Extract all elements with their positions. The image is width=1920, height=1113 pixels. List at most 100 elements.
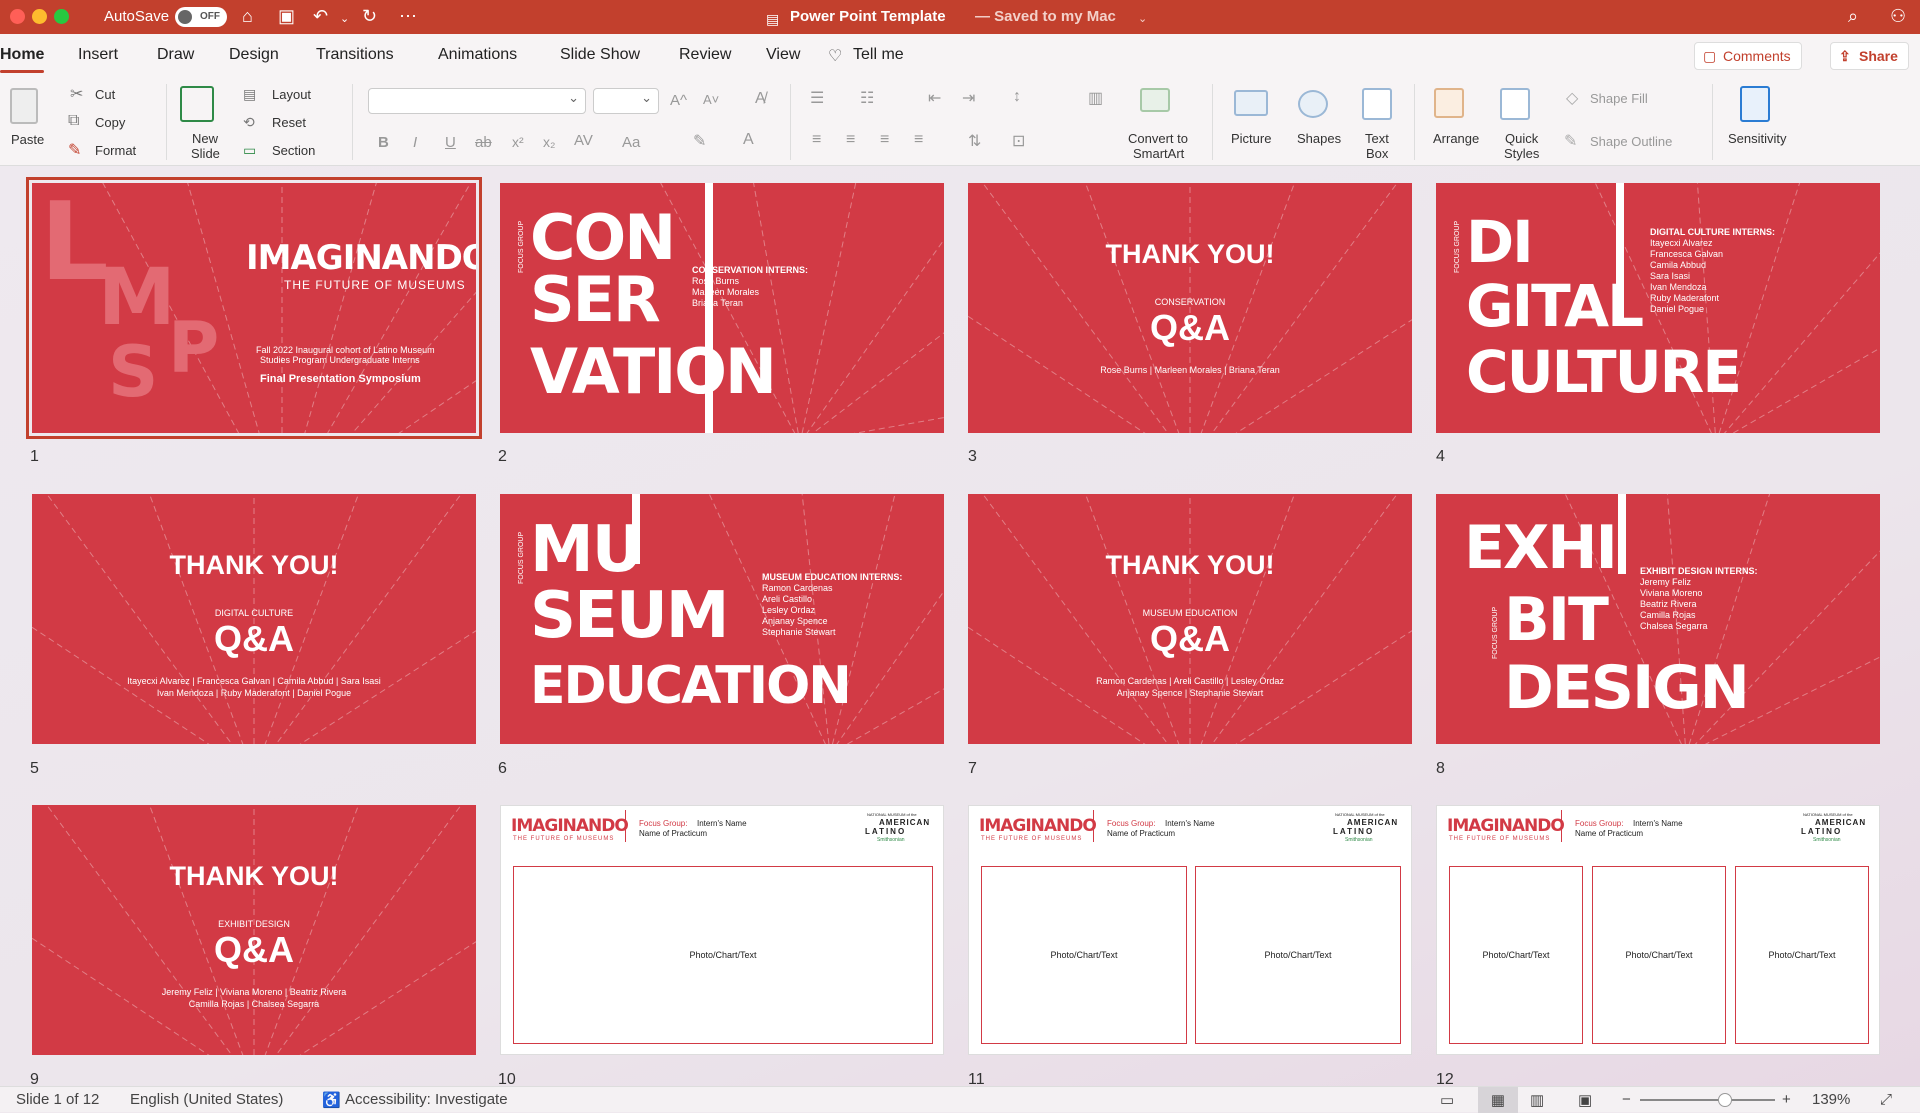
slide-thumbnail-9[interactable]: THANK YOU! EXHIBIT DESIGN Q&A Jeremy Fel… <box>32 805 476 1055</box>
shape-outline-button[interactable]: Shape Outline <box>1590 134 1672 149</box>
zoom-in-button[interactable]: + <box>1782 1091 1791 1108</box>
minimize-window-button[interactable] <box>32 9 47 24</box>
align-right-icon[interactable]: ≡ <box>880 131 889 149</box>
slide-thumbnail-10[interactable]: IMAGINANDO THE FUTURE OF MUSEUMS Focus G… <box>500 805 944 1055</box>
new-slide-icon[interactable] <box>180 86 214 122</box>
align-center-icon[interactable]: ≡ <box>846 131 855 149</box>
slide-sorter-icon[interactable]: ▦ <box>1478 1087 1518 1113</box>
numbering-icon[interactable]: ☷ <box>860 88 874 108</box>
undo-icon[interactable]: ↶ <box>313 6 328 26</box>
justify-icon[interactable]: ≡ <box>914 131 923 149</box>
slide-thumbnail-5[interactable]: THANK YOU! DIGITAL CULTURE Q&A Itayecxi … <box>32 494 476 744</box>
save-icon[interactable]: ▣ <box>278 6 295 26</box>
arrange-label[interactable]: Arrange <box>1433 131 1479 146</box>
tab-home[interactable]: Home <box>0 46 45 73</box>
change-case-button[interactable]: Aa <box>622 134 640 151</box>
accessibility-status[interactable]: Accessibility: Investigate <box>345 1091 508 1108</box>
picture-icon[interactable] <box>1234 90 1268 116</box>
tab-draw[interactable]: Draw <box>157 46 194 64</box>
align-text-icon[interactable]: ⊡ <box>1012 131 1025 151</box>
superscript-button[interactable]: x² <box>512 134 524 150</box>
accessibility-icon[interactable]: ♿ <box>322 1091 341 1109</box>
tab-review[interactable]: Review <box>679 46 731 64</box>
slide-thumbnail-8[interactable]: FOCUS GROUP EXHI BIT DESIGN EXHIBIT DESI… <box>1436 494 1880 744</box>
shapes-label[interactable]: Shapes <box>1297 131 1341 146</box>
underline-button[interactable]: U <box>445 134 456 151</box>
format-painter-icon[interactable]: ✎ <box>68 140 81 160</box>
tab-slide-show[interactable]: Slide Show <box>560 46 640 64</box>
slide-sorter-workspace[interactable]: L M S P IMAGINANDO THE FUTURE OF MUSEUMS… <box>0 166 1920 1086</box>
fit-to-window-icon[interactable]: ⤢ <box>1880 1091 1892 1108</box>
align-left-icon[interactable]: ≡ <box>812 131 821 149</box>
convert-smartart-label-1[interactable]: Convert to <box>1128 131 1188 146</box>
zoom-window-button[interactable] <box>54 9 69 24</box>
character-spacing-button[interactable]: AV <box>574 132 593 149</box>
slide-thumbnail-11[interactable]: IMAGINANDO THE FUTURE OF MUSEUMS Focus G… <box>968 805 1412 1055</box>
convert-smartart-label-2[interactable]: SmartArt <box>1133 146 1184 161</box>
account-icon[interactable]: ⚇ <box>1890 6 1906 26</box>
shape-fill-button[interactable]: Shape Fill <box>1590 91 1648 106</box>
paste-icon[interactable] <box>10 88 38 124</box>
textbox-label-2[interactable]: Box <box>1366 146 1388 161</box>
home-icon[interactable]: ⌂ <box>242 6 253 26</box>
copy-icon[interactable]: ⧉ <box>68 112 79 130</box>
search-icon[interactable]: ⌕ <box>1848 6 1858 26</box>
tab-transitions[interactable]: Transitions <box>316 46 394 64</box>
quick-styles-label-1[interactable]: Quick <box>1505 131 1538 146</box>
textbox-icon[interactable] <box>1362 88 1392 120</box>
slide-thumbnail-2[interactable]: FOCUS GROUP CON SER VATION CONSERVATION … <box>500 183 944 433</box>
more-icon[interactable]: ⋯ <box>399 6 417 26</box>
close-window-button[interactable] <box>10 9 25 24</box>
autosave-toggle[interactable]: OFF <box>175 7 227 27</box>
copy-button[interactable]: Copy <box>95 115 125 130</box>
zoom-slider[interactable] <box>1640 1099 1775 1101</box>
bullets-icon[interactable]: ☰ <box>810 88 824 108</box>
reading-view-icon[interactable]: ▥ <box>1530 1091 1544 1109</box>
slide-thumbnail-1[interactable]: L M S P IMAGINANDO THE FUTURE OF MUSEUMS… <box>26 177 482 439</box>
section-button[interactable]: Section <box>272 143 315 158</box>
subscript-button[interactable]: x₂ <box>543 134 555 150</box>
format-painter-button[interactable]: Format <box>95 143 136 158</box>
content-placeholder[interactable]: Photo/Chart/Text <box>1592 866 1726 1044</box>
reset-button[interactable]: Reset <box>272 115 306 130</box>
clear-format-icon[interactable]: A̸ <box>755 90 766 108</box>
content-placeholder[interactable]: Photo/Chart/Text <box>1735 866 1869 1044</box>
tab-insert[interactable]: Insert <box>78 46 118 64</box>
share-button[interactable]: ⇪ Share <box>1830 42 1909 70</box>
undo-dropdown-icon[interactable]: ⌄ <box>340 9 349 29</box>
redo-icon[interactable]: ↻ <box>362 6 377 26</box>
textbox-label-1[interactable]: Text <box>1365 131 1389 146</box>
sensitivity-label[interactable]: Sensitivity <box>1728 131 1787 146</box>
section-icon[interactable]: ▭ <box>243 142 256 159</box>
picture-label[interactable]: Picture <box>1231 131 1271 146</box>
language-status[interactable]: English (United States) <box>130 1091 283 1108</box>
slide-thumbnail-3[interactable]: THANK YOU! CONSERVATION Q&A Rose Burns |… <box>968 183 1412 433</box>
content-placeholder[interactable]: Photo/Chart/Text <box>513 866 933 1044</box>
tab-view[interactable]: View <box>766 46 800 64</box>
paste-label[interactable]: Paste <box>11 132 44 147</box>
zoom-out-button[interactable]: − <box>1622 1091 1631 1108</box>
slide-thumbnail-4[interactable]: FOCUS GROUP DI GITAL CULTURE DIGITAL CUL… <box>1436 183 1880 433</box>
strikethrough-button[interactable]: ab <box>475 134 492 151</box>
decrease-indent-icon[interactable]: ⇤ <box>928 88 941 108</box>
layout-button[interactable]: Layout <box>272 87 311 102</box>
new-slide-label-1[interactable]: New <box>192 131 218 146</box>
increase-font-icon[interactable]: A^ <box>670 92 687 109</box>
font-size-select[interactable] <box>593 88 659 114</box>
zoom-level[interactable]: 139% <box>1812 1091 1850 1108</box>
shape-fill-icon[interactable]: ◇ <box>1566 88 1578 108</box>
normal-view-icon[interactable]: ▭ <box>1440 1091 1454 1109</box>
arrange-icon[interactable] <box>1434 88 1464 118</box>
content-placeholder[interactable]: Photo/Chart/Text <box>981 866 1187 1044</box>
bold-button[interactable]: B <box>378 134 389 151</box>
content-placeholder[interactable]: Photo/Chart/Text <box>1449 866 1583 1044</box>
slide-thumbnail-6[interactable]: FOCUS GROUP MU SEUM EDUCATION MUSEUM EDU… <box>500 494 944 744</box>
content-placeholder[interactable]: Photo/Chart/Text <box>1195 866 1401 1044</box>
line-spacing-icon[interactable]: ↕ <box>1013 88 1021 106</box>
quick-styles-label-2[interactable]: Styles <box>1504 146 1539 161</box>
slide-thumbnail-7[interactable]: THANK YOU! MUSEUM EDUCATION Q&A Ramon Ca… <box>968 494 1412 744</box>
zoom-slider-thumb[interactable] <box>1718 1093 1732 1107</box>
reset-icon[interactable]: ⟲ <box>243 114 255 131</box>
shapes-icon[interactable] <box>1298 90 1328 118</box>
italic-button[interactable]: I <box>413 134 417 151</box>
